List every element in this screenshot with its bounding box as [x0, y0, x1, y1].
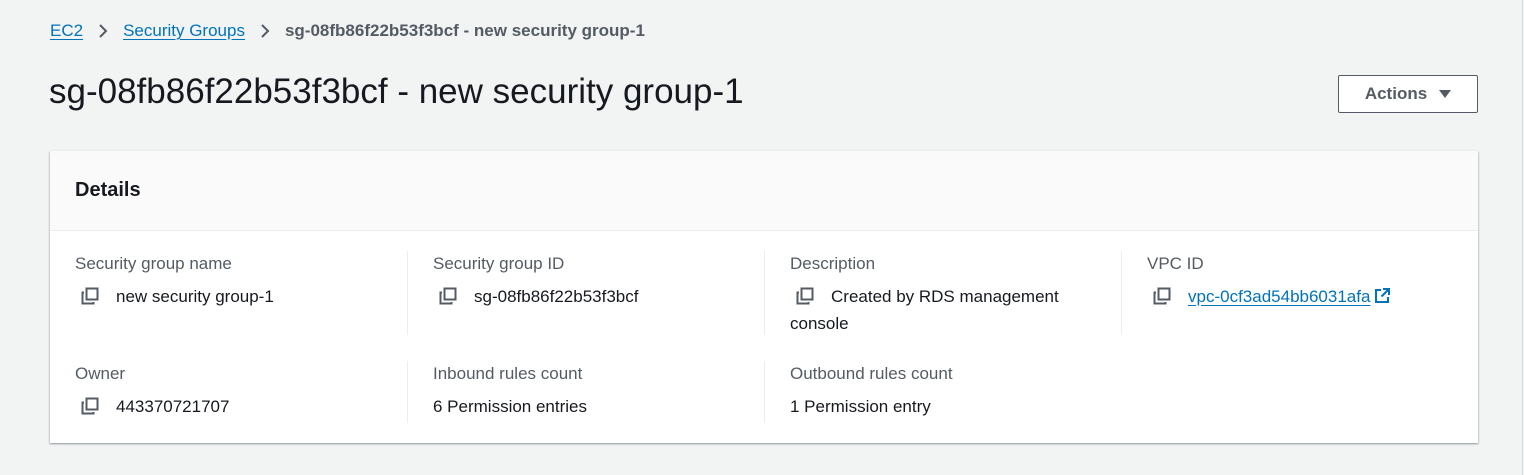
- description-value: Created by RDS management console: [790, 287, 1059, 333]
- vpc-id-link[interactable]: vpc-0cf3ad54bb6031afa: [1188, 287, 1370, 306]
- column-divider: [407, 251, 408, 335]
- breadcrumb-ec2-link[interactable]: EC2: [50, 21, 83, 41]
- field-label: VPC ID: [1147, 254, 1204, 273]
- field-label: Owner: [75, 364, 126, 383]
- actions-dropdown-button[interactable]: Actions: [1338, 75, 1478, 113]
- details-panel: Details Security group name new security…: [50, 151, 1478, 443]
- security-group-name-value: new security group-1: [116, 287, 274, 306]
- copy-icon[interactable]: [81, 286, 99, 305]
- owner-value: 443370721707: [116, 397, 230, 416]
- field-label: Outbound rules count: [790, 364, 953, 383]
- caret-down-icon: [1439, 89, 1452, 99]
- chevron-right-icon: [97, 23, 109, 39]
- field-description: Description Created by RDS management co…: [790, 253, 1090, 337]
- copy-icon[interactable]: [439, 286, 457, 305]
- inbound-rules-value: 6 Permission entries: [433, 397, 588, 416]
- field-security-group-name: Security group name new security group-1: [75, 253, 395, 310]
- details-panel-header: Details: [50, 151, 1478, 231]
- field-label: Security group name: [75, 254, 232, 273]
- external-link-icon[interactable]: [1374, 285, 1391, 303]
- field-owner: Owner 443370721707: [75, 363, 395, 420]
- field-value: vpc-0cf3ad54bb6031afa: [1147, 283, 1467, 310]
- page-title: sg-08fb86f22b53f3bcf - new security grou…: [49, 72, 744, 111]
- breadcrumb: EC2 Security Groups sg-08fb86f22b53f3bcf…: [50, 19, 645, 43]
- field-outbound-rules-count: Outbound rules count 1 Permission entry: [790, 363, 1110, 420]
- column-divider: [407, 361, 408, 423]
- field-value: 443370721707: [75, 393, 395, 420]
- details-title: Details: [75, 179, 141, 201]
- field-security-group-id: Security group ID sg-08fb86f22b53f3bcf: [433, 253, 753, 310]
- field-inbound-rules-count: Inbound rules count 6 Permission entries: [433, 363, 753, 420]
- field-value: new security group-1: [75, 283, 395, 310]
- copy-icon[interactable]: [796, 286, 814, 305]
- column-divider: [1121, 251, 1122, 335]
- field-label: Security group ID: [433, 254, 565, 273]
- column-divider: [764, 361, 765, 423]
- breadcrumb-current: sg-08fb86f22b53f3bcf - new security grou…: [284, 21, 645, 40]
- breadcrumb-security-groups-link[interactable]: Security Groups: [123, 21, 245, 41]
- security-group-id-value: sg-08fb86f22b53f3bcf: [474, 287, 639, 306]
- outbound-rules-value: 1 Permission entry: [790, 397, 931, 416]
- field-vpc-id: VPC ID vpc-0cf3ad54bb6031afa: [1147, 253, 1467, 310]
- actions-label: Actions: [1364, 84, 1428, 103]
- copy-icon[interactable]: [81, 396, 99, 415]
- page-edge-divider: [1522, 0, 1523, 475]
- field-value: Created by RDS management console: [790, 283, 1090, 337]
- field-label: Description: [790, 254, 876, 273]
- column-divider: [764, 251, 765, 335]
- field-value: sg-08fb86f22b53f3bcf: [433, 283, 753, 310]
- copy-icon[interactable]: [1153, 286, 1171, 305]
- field-label: Inbound rules count: [433, 364, 583, 383]
- chevron-right-icon: [259, 23, 271, 39]
